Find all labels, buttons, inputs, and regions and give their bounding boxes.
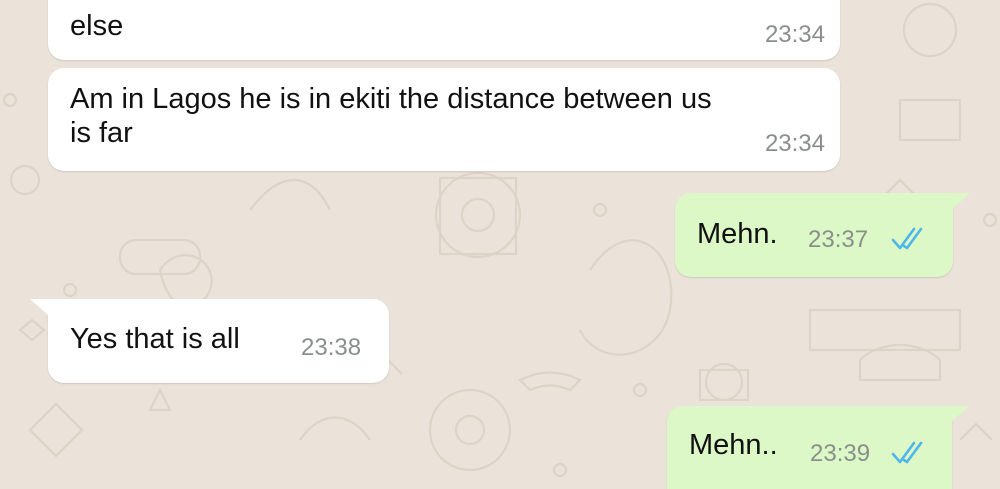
double-check-icon bbox=[891, 227, 923, 250]
message-text: Yes that is all bbox=[70, 323, 240, 355]
message-bubble-incoming[interactable]: Yes that is all 23:38 bbox=[48, 299, 389, 383]
bubble-tail bbox=[951, 406, 969, 422]
message-bubble-incoming[interactable]: else 23:34 bbox=[48, 0, 840, 60]
message-time: 23:39 bbox=[810, 440, 871, 467]
double-check-icon bbox=[891, 441, 923, 464]
message-time: 23:38 bbox=[301, 334, 362, 361]
message-time: 23:34 bbox=[764, 130, 825, 157]
message-text: Mehn. bbox=[697, 218, 778, 250]
bubble-tail bbox=[30, 299, 48, 315]
message-text: Am in Lagos he is in ekiti the distance … bbox=[70, 83, 712, 149]
message-text: else bbox=[70, 10, 124, 42]
message-bubble-incoming[interactable]: Am in Lagos he is in ekiti the distance … bbox=[48, 68, 840, 171]
message-bubble-outgoing[interactable]: Mehn.. 23:39 bbox=[667, 406, 952, 489]
message-bubble-outgoing[interactable]: Mehn. 23:37 bbox=[675, 193, 953, 277]
message-time: 23:37 bbox=[808, 226, 869, 253]
bubble-tail bbox=[952, 193, 970, 209]
message-time: 23:34 bbox=[764, 21, 825, 48]
chat-background[interactable]: else 23:34 Am in Lagos he is in ekiti th… bbox=[0, 0, 1000, 489]
message-text: Mehn.. bbox=[689, 429, 778, 461]
